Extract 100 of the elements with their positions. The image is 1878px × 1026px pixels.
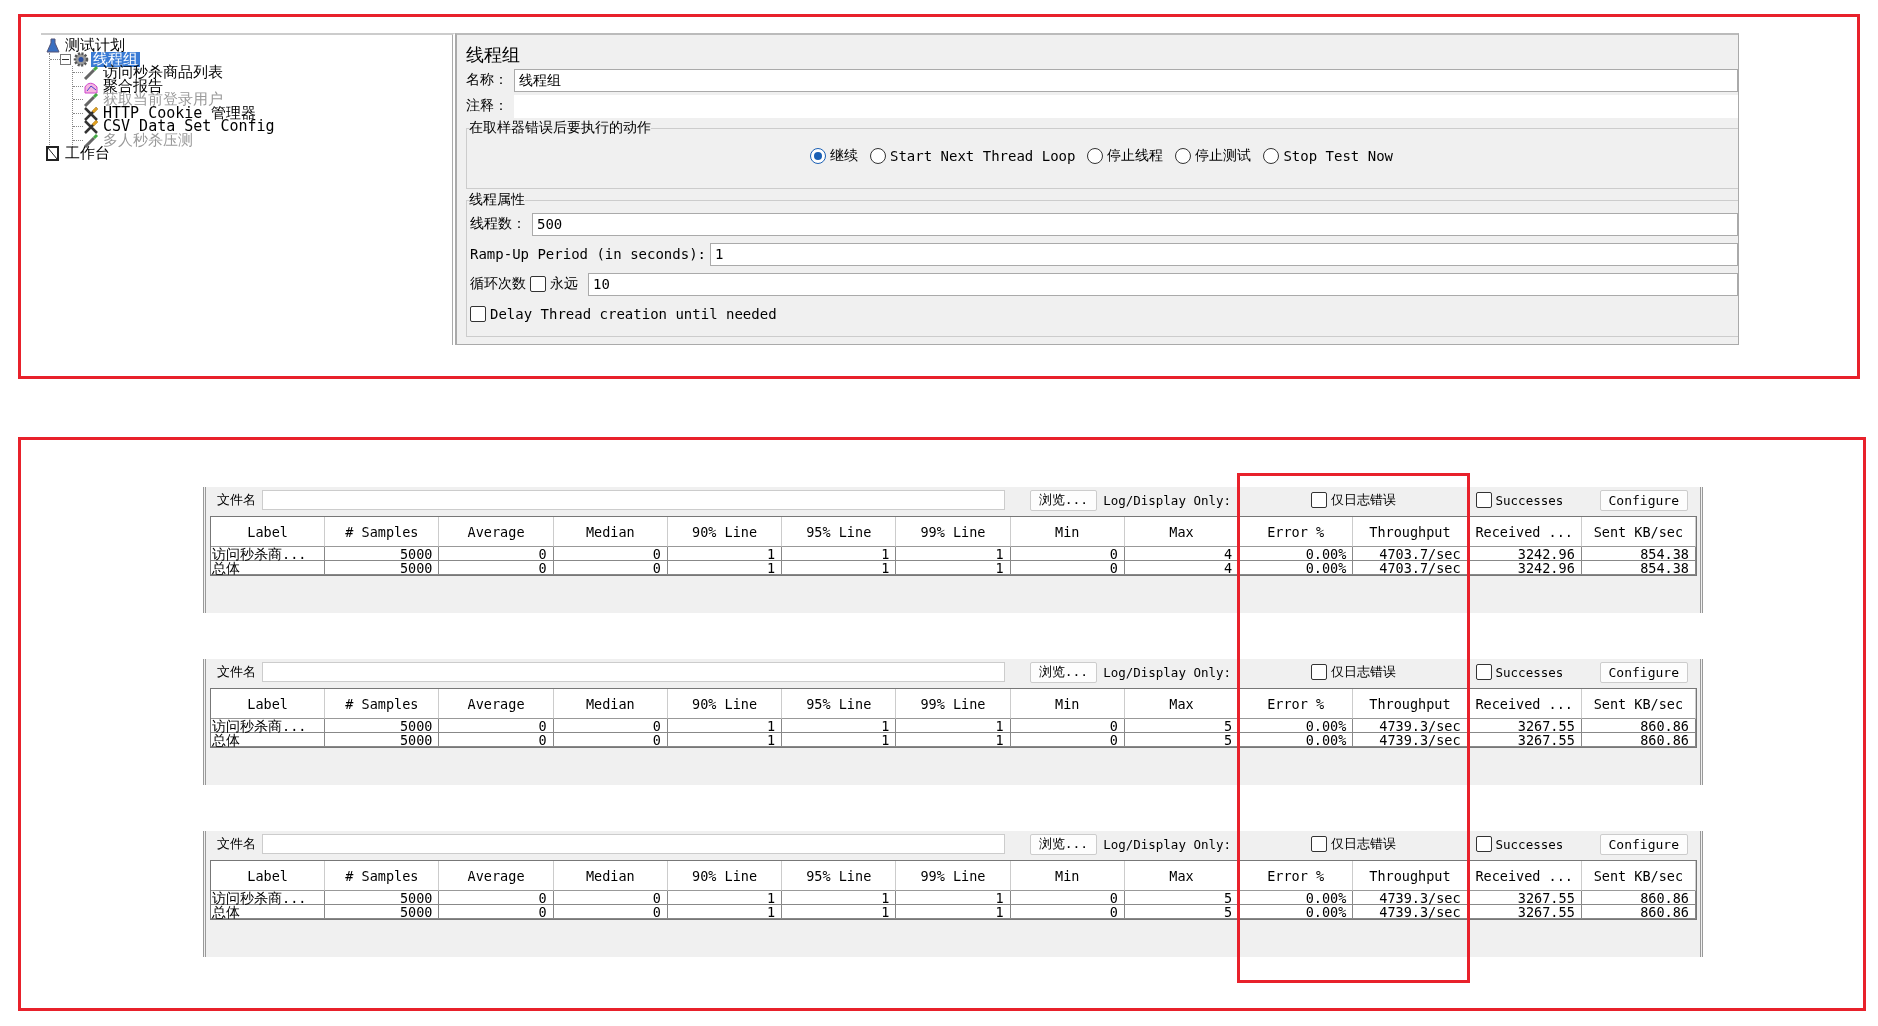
table-cell: 0: [1010, 719, 1125, 733]
successes-checkbox[interactable]: Successes: [1475, 836, 1564, 852]
successes-checkbox[interactable]: Successes: [1475, 492, 1564, 508]
column-header[interactable]: Min: [1010, 689, 1125, 719]
table-cell: 1: [896, 891, 1011, 905]
column-header[interactable]: Sent KB/sec: [1581, 861, 1696, 891]
column-header[interactable]: Average: [439, 689, 554, 719]
column-header[interactable]: Max: [1124, 861, 1240, 891]
column-header[interactable]: Sent KB/sec: [1581, 689, 1696, 719]
column-header[interactable]: 90% Line: [667, 861, 783, 891]
table-cell: 1: [667, 905, 783, 919]
column-header[interactable]: Error %: [1239, 689, 1354, 719]
browse-button[interactable]: 浏览...: [1029, 833, 1098, 855]
table-cell: 854.38: [1581, 561, 1696, 575]
table-cell: 0: [553, 905, 668, 919]
column-header[interactable]: # Samples: [325, 517, 440, 547]
column-header[interactable]: 99% Line: [896, 517, 1011, 547]
table-cell: 5000: [325, 891, 440, 905]
field-label: 文件名: [217, 663, 256, 681]
column-header[interactable]: 90% Line: [667, 517, 783, 547]
gear-icon: [73, 51, 89, 67]
column-header[interactable]: Min: [1010, 861, 1125, 891]
table-cell: 860.86: [1581, 891, 1696, 905]
column-header[interactable]: Throughput: [1353, 517, 1468, 547]
collapse-toggle[interactable]: [60, 53, 71, 65]
loop-count-field[interactable]: 10: [588, 272, 1738, 296]
radio-option[interactable]: 停止测试: [1175, 147, 1252, 165]
table-cell: 0: [1010, 561, 1125, 575]
column-header[interactable]: Median: [553, 689, 668, 719]
column-header[interactable]: Max: [1124, 517, 1240, 547]
column-header[interactable]: Average: [439, 861, 554, 891]
delay-checkbox[interactable]: Delay Thread creation until needed: [470, 306, 777, 322]
file-field[interactable]: [262, 490, 1005, 510]
column-header[interactable]: # Samples: [325, 689, 440, 719]
ramp-up-field[interactable]: 1: [710, 242, 1738, 266]
successes-checkbox[interactable]: Successes: [1475, 664, 1564, 680]
browse-button[interactable]: 浏览...: [1029, 489, 1098, 511]
table-cell: 4703.7/sec: [1353, 547, 1468, 561]
column-header[interactable]: # Samples: [325, 861, 440, 891]
table-cell: 4739.3/sec: [1353, 891, 1468, 905]
column-header[interactable]: Average: [439, 517, 554, 547]
column-header[interactable]: Label: [211, 517, 326, 547]
errors-checkbox[interactable]: 仅日志错误: [1310, 663, 1396, 681]
column-header[interactable]: 95% Line: [782, 689, 897, 719]
column-header[interactable]: Throughput: [1353, 861, 1468, 891]
radio-option[interactable]: Start Next Thread Loop: [870, 148, 1076, 164]
errors-checkbox[interactable]: 仅日志错误: [1310, 835, 1396, 853]
column-header[interactable]: Median: [553, 861, 668, 891]
table-cell: 0.00%: [1239, 547, 1354, 561]
configure-button[interactable]: Configure: [1599, 661, 1688, 683]
table-cell: 1: [896, 905, 1011, 919]
column-header[interactable]: Label: [211, 689, 326, 719]
column-header[interactable]: Received ...: [1467, 861, 1582, 891]
table-cell: 0.00%: [1239, 561, 1354, 575]
errors-checkbox[interactable]: 仅日志错误: [1310, 491, 1396, 509]
column-header[interactable]: Error %: [1239, 517, 1354, 547]
column-header[interactable]: 99% Line: [896, 861, 1011, 891]
column-header[interactable]: 95% Line: [782, 861, 897, 891]
column-header[interactable]: Label: [211, 861, 326, 891]
table-cell: 1: [896, 561, 1011, 575]
configure-button[interactable]: Configure: [1599, 833, 1688, 855]
column-header[interactable]: Sent KB/sec: [1581, 517, 1696, 547]
forever-checkbox[interactable]: 永远: [530, 275, 578, 293]
radio-option[interactable]: 停止线程: [1087, 147, 1164, 165]
table-cell: 0.00%: [1239, 905, 1354, 919]
column-header[interactable]: Error %: [1239, 861, 1354, 891]
table-cell: 1: [896, 719, 1011, 733]
column-header[interactable]: Median: [553, 517, 668, 547]
column-header[interactable]: Max: [1124, 689, 1240, 719]
configure-button[interactable]: Configure: [1599, 489, 1688, 511]
table-cell: 总体: [211, 561, 326, 575]
radio-option[interactable]: Stop Test Now: [1263, 148, 1393, 164]
column-header[interactable]: Received ...: [1467, 517, 1582, 547]
threads-field[interactable]: 500: [532, 212, 1738, 236]
field-label: Log/Display Only:: [1103, 664, 1232, 680]
table-cell: 总体: [211, 733, 326, 747]
browse-button[interactable]: 浏览...: [1029, 661, 1098, 683]
name-field[interactable]: 线程组: [514, 68, 1738, 92]
table-cell: 5000: [325, 561, 440, 575]
table-cell: 4: [1124, 561, 1240, 575]
wrench-icon: [83, 105, 99, 121]
tree-item[interactable]: 聚合报告: [101, 78, 165, 94]
tree-item[interactable]: 工作台: [63, 146, 112, 162]
panel-title: 线程组: [466, 44, 520, 65]
table-cell: 0: [439, 547, 554, 561]
table-cell: 总体: [211, 905, 326, 919]
column-header[interactable]: 95% Line: [782, 517, 897, 547]
pipette-icon: [83, 132, 99, 148]
column-header[interactable]: Min: [1010, 517, 1125, 547]
file-field[interactable]: [262, 834, 1005, 854]
column-header[interactable]: Throughput: [1353, 689, 1468, 719]
table-cell: 1: [667, 547, 783, 561]
column-header[interactable]: 90% Line: [667, 689, 783, 719]
table-cell: 0.00%: [1239, 733, 1354, 747]
comment-field[interactable]: [514, 94, 1738, 118]
column-header[interactable]: 99% Line: [896, 689, 1011, 719]
file-field[interactable]: [262, 662, 1005, 682]
column-header[interactable]: Received ...: [1467, 689, 1582, 719]
radio-option[interactable]: 继续: [810, 147, 858, 165]
table-cell: 0: [439, 561, 554, 575]
